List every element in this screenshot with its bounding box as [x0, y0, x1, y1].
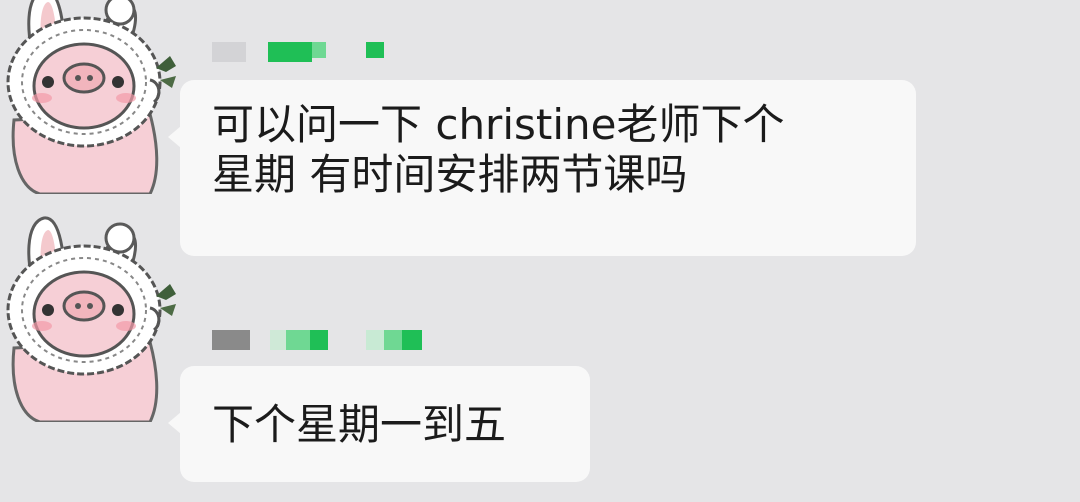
message-bubble[interactable]: 可以问一下 christine老师下个 星期 有时间安排两节课吗 [168, 80, 916, 256]
pig-bunny-avatar-icon[interactable] [0, 212, 178, 422]
chat-screen: { "chat": { "messages": [ { "text": "可以问… [0, 0, 1080, 502]
message-bubble[interactable]: 下个星期一到五 [168, 366, 590, 482]
sender-name-redacted [210, 42, 450, 64]
sender-name-redacted [210, 330, 450, 352]
pig-bunny-avatar-icon[interactable] [0, 0, 178, 194]
